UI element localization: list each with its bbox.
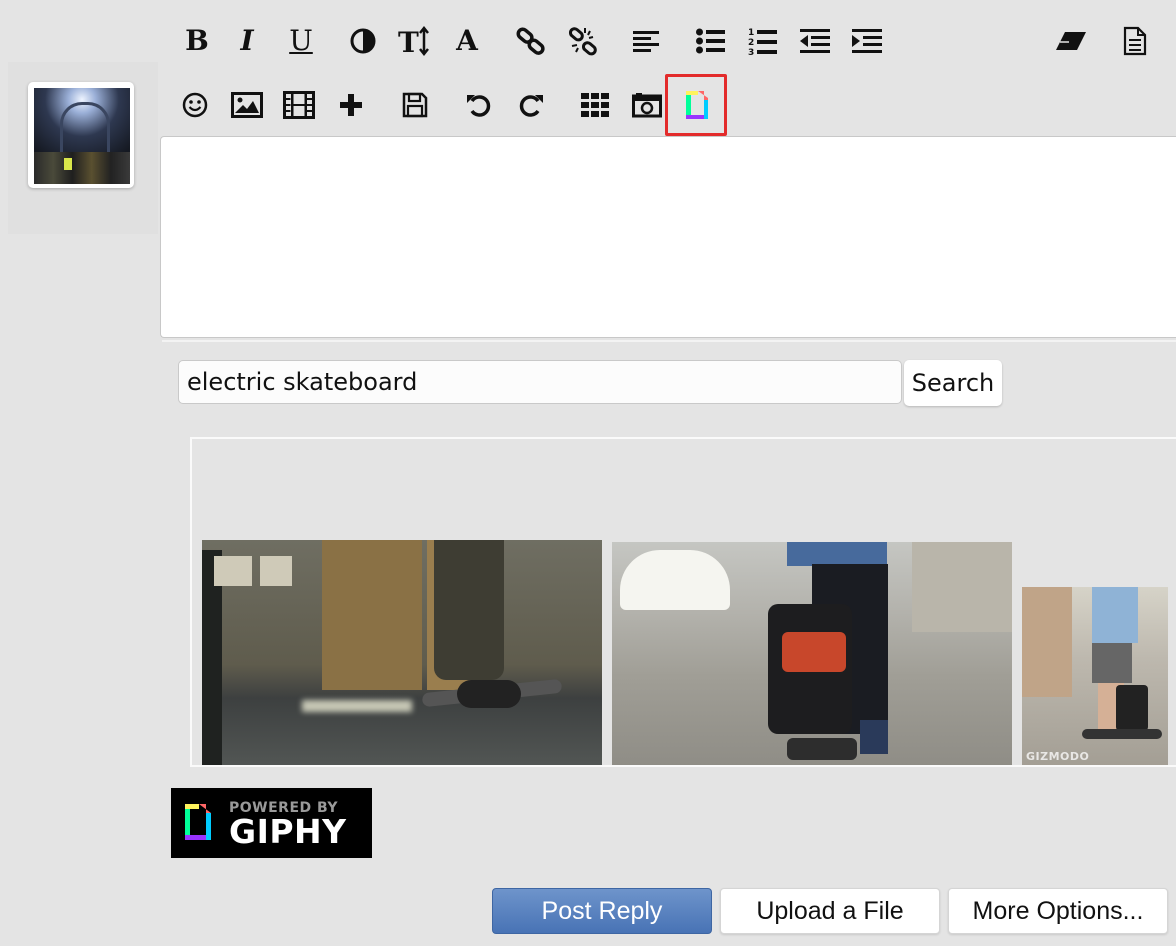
undo-button[interactable] (462, 88, 496, 122)
gif-result-item[interactable]: GIZMODO (1022, 587, 1168, 765)
outdent-button[interactable] (798, 24, 832, 58)
link-icon (516, 27, 545, 55)
redo-icon (519, 95, 543, 117)
font-button[interactable]: A (450, 24, 484, 58)
gallery-button[interactable] (578, 88, 612, 122)
italic-button[interactable]: I (230, 24, 264, 58)
floppy-icon (402, 92, 428, 118)
numbered-list-button[interactable]: 1 2 3 (746, 24, 780, 58)
bold-icon: B (185, 24, 209, 57)
plus-icon (340, 94, 362, 116)
unlink-button[interactable] (566, 24, 600, 58)
image-button[interactable] (230, 88, 264, 122)
outdent-icon (800, 29, 830, 53)
more-options-button[interactable]: More Options... (948, 888, 1168, 934)
remove-format-button[interactable] (1054, 24, 1088, 58)
editor-divider (162, 340, 1176, 342)
svg-text:3: 3 (748, 48, 754, 56)
bold-button[interactable]: B (180, 24, 214, 58)
giphy-attribution-badge: POWERED BY GIPHY (171, 788, 372, 858)
save-draft-button[interactable] (398, 88, 432, 122)
list-ol-icon: 1 2 3 (748, 28, 777, 56)
avatar[interactable] (28, 82, 134, 188)
underline-button[interactable]: U (284, 24, 318, 58)
underline-icon: U (289, 24, 313, 57)
message-editor[interactable] (160, 136, 1176, 338)
bullet-list-button[interactable] (694, 24, 728, 58)
list-ul-icon (696, 28, 725, 54)
upload-file-button[interactable]: Upload a File (720, 888, 940, 934)
svg-text:T: T (398, 26, 419, 56)
post-reply-button[interactable]: Post Reply (492, 888, 712, 934)
insert-button[interactable] (334, 88, 368, 122)
svg-text:2: 2 (748, 38, 754, 48)
italic-icon: I (240, 24, 254, 57)
font-icon: A (456, 24, 478, 57)
emoji-button[interactable] (178, 88, 212, 122)
font-size-button[interactable]: T (398, 24, 432, 58)
indent-icon (852, 29, 882, 53)
unlink-icon (568, 27, 597, 56)
giphy-wordmark: GIPHY (229, 812, 347, 851)
gif-results: GIZMODO (190, 437, 1176, 767)
giphy-button-highlight (665, 74, 727, 136)
link-button[interactable] (514, 24, 548, 58)
align-left-icon (633, 31, 659, 52)
avatar-image (34, 88, 130, 184)
undo-icon (467, 95, 491, 117)
film-icon (283, 91, 315, 119)
redo-button[interactable] (514, 88, 548, 122)
eraser-icon (1056, 32, 1086, 50)
grid-icon (581, 93, 609, 117)
text-height-icon: T (398, 26, 429, 56)
gif-search-button[interactable]: Search (904, 360, 1002, 406)
gif-search-input[interactable]: electric skateboard (178, 360, 902, 404)
document-icon (1123, 26, 1147, 56)
color-button[interactable] (346, 24, 380, 58)
camera-icon (632, 93, 662, 118)
media-button[interactable] (630, 88, 664, 122)
smiley-icon (182, 92, 208, 118)
giphy-logo-icon (185, 804, 211, 840)
source-button[interactable] (1118, 24, 1152, 58)
gif-result-item[interactable] (612, 542, 1012, 765)
contrast-icon (350, 28, 376, 54)
video-button[interactable] (282, 88, 316, 122)
gif-result-item[interactable] (202, 540, 602, 765)
indent-button[interactable] (850, 24, 884, 58)
align-left-button[interactable] (630, 24, 664, 58)
svg-text:1: 1 (748, 28, 754, 38)
gif-watermark: GIZMODO (1026, 750, 1090, 763)
image-icon (231, 92, 263, 118)
